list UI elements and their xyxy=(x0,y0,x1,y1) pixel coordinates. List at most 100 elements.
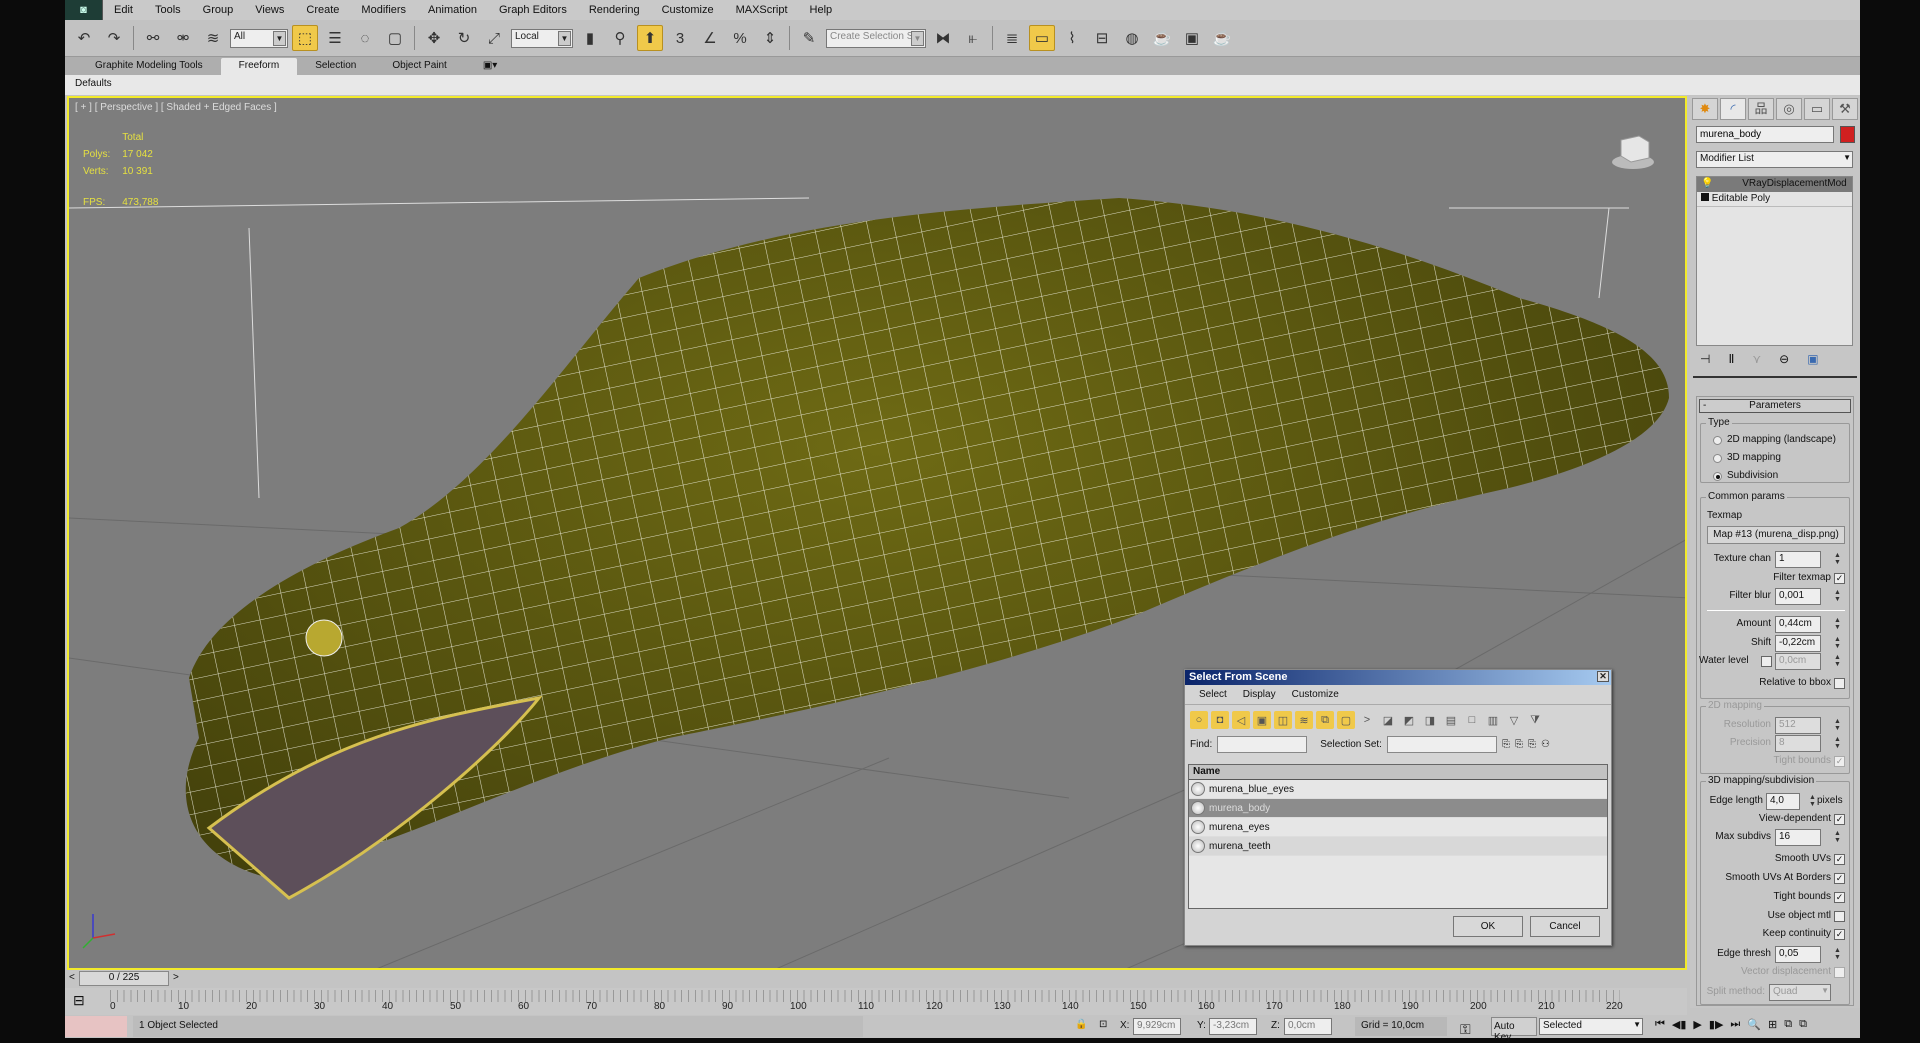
prev-key-icon[interactable]: ◀▮ xyxy=(1672,1018,1687,1031)
tab-selection[interactable]: Selection xyxy=(297,58,374,75)
stack-item-editable-poly[interactable]: Editable Poly xyxy=(1697,192,1852,207)
named-selection-dropdown[interactable]: Create Selection Se ▼ xyxy=(826,28,926,48)
list-item[interactable]: murena_body xyxy=(1189,799,1607,818)
display-hidden-icon[interactable]: ◨ xyxy=(1421,711,1439,729)
lightbulb-icon[interactable]: 💡 xyxy=(1701,178,1713,189)
angle-snap-icon[interactable]: ∠ xyxy=(697,25,723,51)
tab-freeform[interactable]: Freeform xyxy=(220,58,298,75)
selection-set-dropdown[interactable] xyxy=(1386,735,1497,753)
vector-displacement-checkbox[interactable] xyxy=(1834,967,1845,978)
schematic-view-icon[interactable]: ⊟ xyxy=(1089,25,1115,51)
display-all-icon[interactable]: ▤ xyxy=(1442,711,1460,729)
spinner-icon[interactable]: ▲ ▼ xyxy=(1833,589,1842,604)
menu-maxscript[interactable]: MAXScript xyxy=(725,4,799,16)
menu-graph-editors[interactable]: Graph Editors xyxy=(488,4,578,16)
object-color-swatch[interactable] xyxy=(1840,126,1855,143)
zoom-icon[interactable]: 🔍 xyxy=(1747,1018,1761,1031)
curve-editor-icon[interactable]: ⌇ xyxy=(1059,25,1085,51)
keyboard-shortcut-override-icon[interactable]: ⬆ xyxy=(637,25,663,51)
spinner-icon[interactable]: ▲ ▼ xyxy=(1833,636,1842,651)
scale-icon[interactable]: ⤢ xyxy=(481,25,507,51)
view-dependent-checkbox[interactable]: ✓ xyxy=(1834,814,1845,825)
column-header-name[interactable]: Name xyxy=(1189,765,1607,780)
mirror-icon[interactable]: ⧓ xyxy=(930,25,956,51)
close-icon[interactable]: ✕ xyxy=(1597,671,1609,682)
filter-options-icon[interactable]: ⧩ xyxy=(1526,711,1544,729)
display-containers-icon[interactable]: ◪ xyxy=(1379,711,1397,729)
window-crossing-icon[interactable]: ▢ xyxy=(382,25,408,51)
curve-editor-mini-icon[interactable]: ⊟ xyxy=(73,992,85,1009)
smooth-uvs-borders-checkbox[interactable]: ✓ xyxy=(1834,873,1845,884)
tab-graphite-modeling-tools[interactable]: Graphite Modeling Tools xyxy=(77,58,221,75)
menu-views[interactable]: Views xyxy=(244,4,295,16)
expand-icon[interactable] xyxy=(1701,193,1709,201)
parameters-rollout-header[interactable]: - Parameters xyxy=(1699,399,1851,413)
radio-2d-mapping[interactable] xyxy=(1713,436,1722,445)
link-icon[interactable]: ⚯ xyxy=(140,25,166,51)
pin-stack-icon[interactable]: ⊣ xyxy=(1700,352,1710,366)
precision-input[interactable]: 8 xyxy=(1775,735,1821,752)
spinner-icon[interactable]: ▲ ▼ xyxy=(1833,617,1842,632)
display-helpers-icon[interactable]: ◫ xyxy=(1274,711,1292,729)
move-icon[interactable]: ✥ xyxy=(421,25,447,51)
defaults-label[interactable]: Defaults xyxy=(75,78,112,89)
layer-manager-icon[interactable]: ≣ xyxy=(999,25,1025,51)
display-none-icon[interactable]: □ xyxy=(1463,711,1481,729)
percent-snap-icon[interactable]: % xyxy=(727,25,753,51)
go-to-start-icon[interactable]: ⏮ xyxy=(1655,1018,1665,1031)
menu-help[interactable]: Help xyxy=(799,4,844,16)
modifier-list-dropdown[interactable]: Modifier List ▼ xyxy=(1696,151,1853,168)
menu-tools[interactable]: Tools xyxy=(144,4,192,16)
motion-tab-icon[interactable]: ◎ xyxy=(1776,98,1802,120)
render-icon[interactable]: ☕ xyxy=(1209,25,1235,51)
next-frame-icon[interactable]: > xyxy=(173,972,179,983)
cancel-button[interactable]: Cancel xyxy=(1530,916,1600,937)
modify-tab-icon[interactable]: ◜ xyxy=(1720,98,1746,120)
maxscript-listener-mini[interactable] xyxy=(65,1016,127,1037)
stack-item-vray-displacement[interactable]: 💡 VRayDisplacementMod xyxy=(1697,177,1852,192)
spinner-icon[interactable]: ▲ ▼ xyxy=(1808,794,1817,809)
remove-modifier-icon[interactable]: ⊖ xyxy=(1779,352,1789,366)
lock-icon[interactable]: 🔒 xyxy=(1075,1019,1087,1030)
filter-texmap-checkbox[interactable]: ✓ xyxy=(1834,573,1845,584)
configure-modifier-sets-icon[interactable]: ▣ xyxy=(1807,352,1818,366)
bind-space-warp-icon[interactable]: ≋ xyxy=(200,25,226,51)
pivot-center-icon[interactable]: ▮ xyxy=(577,25,603,51)
prev-frame-icon[interactable]: < xyxy=(69,972,75,983)
ribbon-options-icon[interactable]: ▣▾ xyxy=(465,58,515,75)
spinner-icon[interactable]: ▲ ▼ xyxy=(1833,552,1842,567)
create-tab-icon[interactable]: ✸ xyxy=(1692,98,1718,120)
display-space-warps-icon[interactable]: ≋ xyxy=(1295,711,1313,729)
filter-blur-input[interactable]: 0,001 xyxy=(1775,588,1821,605)
redo-icon[interactable]: ↷ xyxy=(101,25,127,51)
edge-length-input[interactable]: 4,0 xyxy=(1766,793,1800,810)
shift-input[interactable]: -0,22cm xyxy=(1775,635,1821,652)
menu-modifiers[interactable]: Modifiers xyxy=(350,4,417,16)
display-cameras-icon[interactable]: ▣ xyxy=(1253,711,1271,729)
menu-edit[interactable]: Edit xyxy=(103,4,144,16)
texmap-button[interactable]: Map #13 (murena_disp.png) xyxy=(1707,526,1845,544)
edge-thresh-input[interactable]: 0,05 xyxy=(1775,946,1821,963)
zoom-all-icon[interactable]: ⊞ xyxy=(1768,1018,1777,1031)
display-groups-icon[interactable]: ⧉ xyxy=(1316,711,1334,729)
radio-subdivision[interactable] xyxy=(1713,472,1722,481)
zoom-extents-all-icon[interactable]: ⧉ xyxy=(1799,1018,1807,1031)
dialog-title-bar[interactable]: Select From Scene ✕ xyxy=(1185,670,1611,685)
edit-named-selection-icon[interactable]: ✎ xyxy=(796,25,822,51)
time-slider-thumb[interactable]: 0 / 225 xyxy=(79,971,169,986)
relative-bbox-checkbox[interactable] xyxy=(1834,678,1845,689)
rendered-frame-icon[interactable]: ▣ xyxy=(1179,25,1205,51)
select-dependents-icon[interactable]: ⚇ xyxy=(1541,739,1550,750)
align-icon[interactable]: ⫦ xyxy=(960,25,986,51)
split-method-dropdown[interactable]: Quad ▼ xyxy=(1769,984,1831,1001)
utilities-tab-icon[interactable]: ⚒ xyxy=(1832,98,1858,120)
select-by-name-icon[interactable]: ☰ xyxy=(322,25,348,51)
select-object-icon[interactable]: ⬚ xyxy=(292,25,318,51)
selection-set-edit-icon[interactable]: ⎘ xyxy=(1528,739,1536,750)
display-shapes-icon[interactable]: ◘ xyxy=(1211,711,1229,729)
tab-object-paint[interactable]: Object Paint xyxy=(374,58,464,75)
selection-filter-dropdown[interactable]: All ▼ xyxy=(230,28,288,48)
zoom-extents-icon[interactable]: ⧉ xyxy=(1784,1018,1792,1031)
radio-3d-mapping[interactable] xyxy=(1713,454,1722,463)
selection-set-add-icon[interactable]: ⎘ xyxy=(1502,739,1510,750)
